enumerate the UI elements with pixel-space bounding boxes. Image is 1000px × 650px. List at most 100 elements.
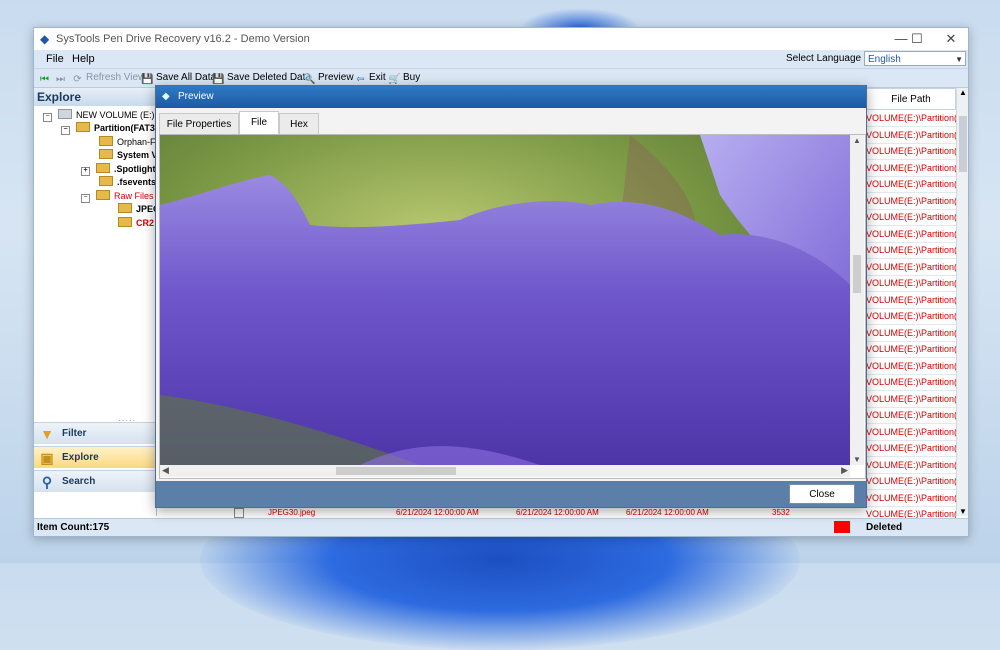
file-path-cell[interactable]: VOLUME(E:)\Partition(... xyxy=(866,160,956,177)
preview-button[interactable]: 🔍 Preview xyxy=(303,71,354,85)
file-path-cell[interactable]: VOLUME(E:)\Partition(... xyxy=(866,127,956,144)
file-path-header[interactable]: File Path xyxy=(866,88,956,110)
explore-panel: Explore − NEW VOLUME (E:) − Partition(FAT3… xyxy=(34,88,162,516)
refresh-view-button[interactable]: ⟳ Refresh View xyxy=(71,71,145,85)
preview-horizontal-scrollbar[interactable]: ◀ ▶ xyxy=(160,465,850,477)
first-button[interactable]: ⏮ xyxy=(38,71,53,85)
list-vertical-scrollbar[interactable]: ▲ ▼ xyxy=(956,88,968,516)
file-path-cell[interactable]: VOLUME(E:)\Partition(... xyxy=(866,325,956,342)
file-path-cell[interactable]: VOLUME(E:)\Partition(... xyxy=(866,176,956,193)
nav-filter-label: Filter xyxy=(62,428,87,439)
preview-title-bar: ◆ Preview xyxy=(156,86,866,108)
file-path-cell[interactable]: VOLUME(E:)\Partition(... xyxy=(866,407,956,424)
file-path-cell[interactable]: VOLUME(E:)\Partition(... xyxy=(866,391,956,408)
file-path-cell[interactable]: VOLUME(E:)\Partition(... xyxy=(866,424,956,441)
next-button[interactable]: ⏭ xyxy=(54,71,69,85)
file-path-cell[interactable]: VOLUME(E:)\Partition(... xyxy=(866,110,956,127)
maximize-button[interactable]: ☐ xyxy=(902,30,932,48)
tree-node-raw-files[interactable]: − Raw Files xyxy=(81,190,154,203)
tree-node-jpeg[interactable]: JPEG xyxy=(118,203,160,216)
file-path-cell[interactable]: VOLUME(E:)\Partition(... xyxy=(866,473,956,490)
close-button[interactable]: Close xyxy=(789,484,855,504)
file-path-cell[interactable]: VOLUME(E:)\Partition(... xyxy=(866,440,956,457)
row-modified: 6/21/2024 12:00:00 AM xyxy=(516,508,599,517)
tree-node-system-volume[interactable]: System Vo xyxy=(99,149,162,162)
tab-hex[interactable]: Hex xyxy=(279,113,319,134)
scroll-thumb[interactable] xyxy=(959,116,967,172)
preview-footer: Close xyxy=(156,481,866,507)
collapse-icon[interactable]: − xyxy=(43,113,52,122)
title-bar: ◆ SysTools Pen Drive Recovery v16.2 - De… xyxy=(34,28,968,50)
scroll-thumb[interactable] xyxy=(853,255,861,293)
file-path-cell[interactable]: VOLUME(E:)\Partition(... xyxy=(866,341,956,358)
tree-label: .Spotlight- xyxy=(114,164,159,174)
folder-icon xyxy=(118,217,132,227)
scroll-up-icon[interactable]: ▲ xyxy=(957,88,968,97)
collapse-icon[interactable]: − xyxy=(81,194,90,203)
exit-button[interactable]: ⇦ Exit xyxy=(354,71,386,85)
folder-icon xyxy=(99,149,113,159)
file-path-cell[interactable]: VOLUME(E:)\Partition(... xyxy=(866,358,956,375)
file-path-cell[interactable]: VOLUME(E:)\Partition(... xyxy=(866,242,956,259)
file-path-cell[interactable]: VOLUME(E:)\Partition(... xyxy=(866,193,956,210)
scroll-down-icon[interactable]: ▼ xyxy=(850,455,864,464)
tree-node-partition[interactable]: − Partition(FAT32 xyxy=(61,122,160,135)
tree-node-fseventsd[interactable]: .fseventsd xyxy=(99,176,162,189)
tab-file[interactable]: File xyxy=(239,111,279,134)
filter-icon: ▼ xyxy=(40,426,54,442)
nav-search[interactable]: ⚲ Search xyxy=(34,470,156,492)
collapse-icon[interactable]: − xyxy=(61,126,70,135)
tree-node-cr2[interactable]: CR2 xyxy=(118,217,154,230)
scroll-down-icon[interactable]: ▼ xyxy=(957,507,968,516)
file-path-cell[interactable]: VOLUME(E:)\Partition(... xyxy=(866,143,956,160)
language-select[interactable]: English ▼ xyxy=(864,51,966,66)
tree-label: Partition(FAT32 xyxy=(94,123,160,133)
scroll-right-icon[interactable]: ▶ xyxy=(841,465,848,476)
tree-label: NEW VOLUME (E:) xyxy=(76,110,155,120)
folder-icon xyxy=(99,136,113,146)
file-path-cell[interactable]: VOLUME(E:)\Partition(... xyxy=(866,259,956,276)
nav-explore[interactable]: ▣ Explore xyxy=(34,446,156,468)
row-size: 3532 xyxy=(772,508,790,517)
menu-file[interactable]: File xyxy=(46,53,64,65)
preview-title: Preview xyxy=(178,91,214,102)
buy-label: Buy xyxy=(403,72,421,83)
folder-icon xyxy=(76,122,90,132)
nav-filter[interactable]: ▼ Filter xyxy=(34,422,156,444)
tree-label: Raw Files xyxy=(114,191,154,201)
scroll-left-icon[interactable]: ◀ xyxy=(162,465,169,476)
file-path-cell[interactable]: VOLUME(E:)\Partition(... xyxy=(866,308,956,325)
status-bar: Item Count:175 Deleted xyxy=(34,518,968,536)
file-path-column: File Path VOLUME(E:)\Partition(... VOLUME… xyxy=(866,88,956,523)
tree-label: Orphan-Fo xyxy=(117,137,161,147)
tree-node-volume[interactable]: − NEW VOLUME (E:) xyxy=(43,109,155,122)
save-deleted-data-button[interactable]: 💾 Save Deleted Data xyxy=(212,71,311,85)
tree-node-spotlight[interactable]: + .Spotlight- xyxy=(81,163,159,176)
file-path-cell[interactable]: VOLUME(E:)\Partition(... xyxy=(866,226,956,243)
tab-file-properties[interactable]: File Properties xyxy=(159,113,239,134)
preview-vertical-scrollbar[interactable]: ▲ ▼ xyxy=(850,135,864,465)
buy-button[interactable]: 🛒 Buy xyxy=(388,71,420,85)
next-icon: ⏭ xyxy=(56,74,65,85)
file-path-cell[interactable]: VOLUME(E:)\Partition(... xyxy=(866,275,956,292)
file-path-cell[interactable]: VOLUME(E:)\Partition(... xyxy=(866,490,956,507)
file-path-cell[interactable]: VOLUME(E:)\Partition(... xyxy=(866,457,956,474)
table-row[interactable]: JPEG30.jpeg 6/21/2024 12:00:00 AM 6/21/2… xyxy=(232,508,866,518)
file-path-cell[interactable]: VOLUME(E:)\Partition(... xyxy=(866,374,956,391)
save-all-data-button[interactable]: 💾 Save All Data xyxy=(141,71,216,85)
save-all-label: Save All Data xyxy=(156,72,217,83)
file-path-cell[interactable]: VOLUME(E:)\Partition(... xyxy=(866,292,956,309)
explore-header: Explore xyxy=(34,88,156,106)
preview-label: Preview xyxy=(318,72,354,83)
close-window-button[interactable]: ✕ xyxy=(936,30,966,48)
tree-node-orphan[interactable]: Orphan-Fo xyxy=(99,136,161,149)
menu-help[interactable]: Help xyxy=(72,53,95,65)
first-icon: ⏮ xyxy=(40,74,49,85)
file-path-cell[interactable]: VOLUME(E:)\Partition(... xyxy=(866,209,956,226)
row-checkbox[interactable] xyxy=(234,508,244,518)
exit-label: Exit xyxy=(369,72,386,83)
scroll-up-icon[interactable]: ▲ xyxy=(850,136,864,145)
expand-icon[interactable]: + xyxy=(81,167,90,176)
scroll-thumb[interactable] xyxy=(336,467,456,475)
folder-icon xyxy=(96,163,110,173)
